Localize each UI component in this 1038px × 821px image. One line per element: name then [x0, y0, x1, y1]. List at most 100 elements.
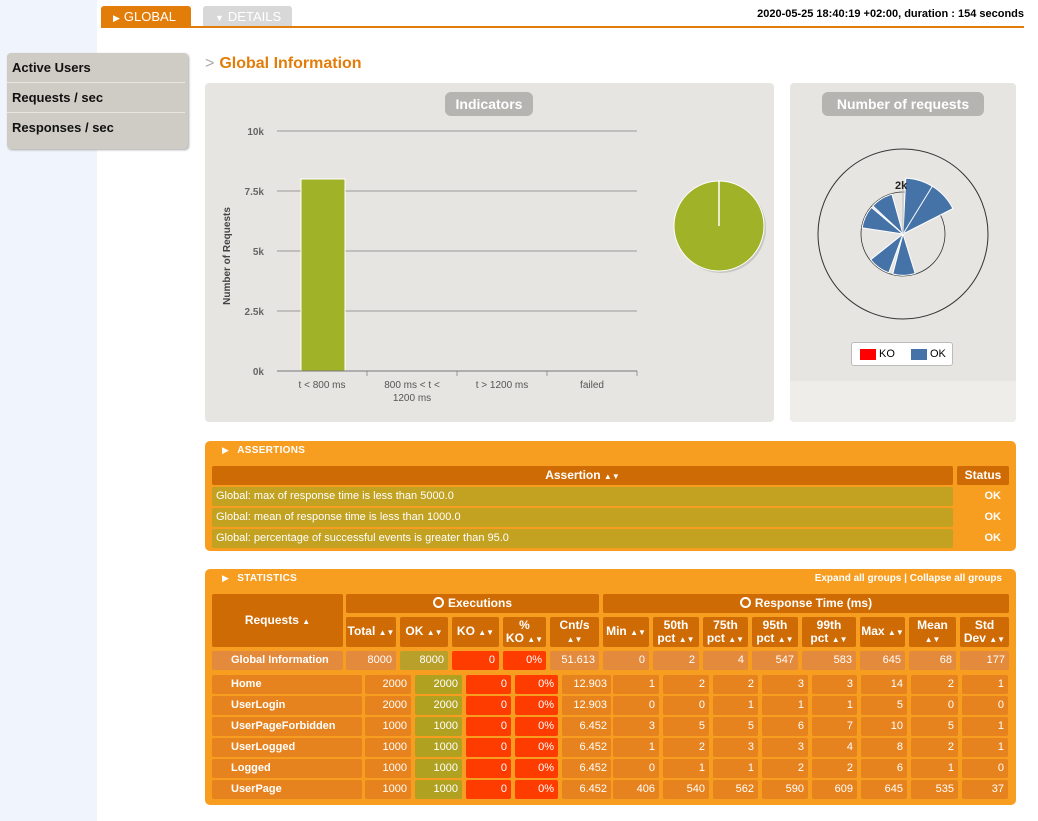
column-header-label: Cnt/s ▲▼: [559, 617, 590, 644]
cell--ko: 0%: [515, 675, 558, 694]
column-header-95th-pct[interactable]: 95th pct ▲▼: [752, 617, 798, 647]
column-header-min[interactable]: Min ▲▼: [603, 617, 649, 647]
cell-min: 0: [613, 696, 659, 715]
request-name[interactable]: Global Information: [212, 651, 343, 670]
cell-mean: 68: [909, 651, 956, 670]
cell--ko: 0%: [515, 780, 558, 799]
column-header-ko[interactable]: KO ▲▼: [452, 617, 499, 647]
executions-group-header: Executions: [346, 594, 599, 613]
column-header-ok[interactable]: OK ▲▼: [400, 617, 448, 647]
cell-95th-pct: 1: [762, 696, 808, 715]
sidebar-item-responses-sec[interactable]: Responses / sec: [7, 113, 185, 143]
cell-50th-pct: 540: [663, 780, 709, 799]
column-header-99th-pct[interactable]: 99th pct ▲▼: [802, 617, 856, 647]
column-header-mean[interactable]: Mean ▲▼: [909, 617, 956, 647]
request-name[interactable]: UserLogin: [212, 696, 362, 715]
cell-std-dev: 0: [962, 696, 1008, 715]
cell-max: 10: [861, 717, 907, 736]
section-title-text: Global Information: [219, 55, 362, 72]
cell-ok: 1000: [415, 759, 462, 778]
cell-95th-pct: 547: [752, 651, 798, 670]
column-header-label: Total ▲▼: [347, 624, 395, 638]
y-tick-label: 2.5k: [245, 307, 265, 318]
triangle-right-icon: ▶: [113, 13, 120, 23]
cell--ko: 0%: [503, 651, 546, 670]
request-name[interactable]: UserLogged: [212, 738, 362, 757]
column-header-total[interactable]: Total ▲▼: [346, 617, 396, 647]
table-row[interactable]: UserLogin 2000 2000 0 0% 12.903 0 0 1 1 1 5 0 0: [205, 696, 1016, 715]
cell-std-dev: 37: [962, 780, 1008, 799]
cell-std-dev: 1: [962, 717, 1008, 736]
tab-global[interactable]: ▶ GLOBAL: [101, 6, 191, 27]
cell-max: 8: [861, 738, 907, 757]
x-tick-label: 1200 ms: [393, 393, 431, 404]
cell-ko: 0: [466, 759, 511, 778]
status-column-header[interactable]: Status ▲▼: [957, 466, 1009, 500]
indicators-panel: Indicators 0k 2.5k 5k 7.5k 10k Number of Requ…: [205, 83, 774, 422]
tab-details[interactable]: ▼ DETAILS: [203, 6, 292, 27]
cell-cnt-s: 6.452: [562, 759, 611, 778]
request-name[interactable]: Home: [212, 675, 362, 694]
table-row[interactable]: Home 2000 2000 0 0% 12.903 1 2 2 3 3 14 2 1: [205, 675, 1016, 694]
cell-cnt-s: 51.613: [550, 651, 599, 670]
table-row[interactable]: Logged 1000 1000 0 0% 6.452 0 1 1 2 2 6 1 0: [205, 759, 1016, 778]
cell--ko: 0%: [515, 738, 558, 757]
legend-ok-label[interactable]: OK: [930, 348, 946, 360]
triangle-right-icon: ▶: [222, 573, 230, 583]
response-time-label: Response Time (ms): [754, 596, 873, 610]
cell-ok: 1000: [415, 717, 462, 736]
y-tick-label: 10k: [247, 127, 264, 138]
cell-std-dev: 1: [962, 675, 1008, 694]
cell-mean: 0: [911, 696, 958, 715]
cell-mean: 1: [911, 759, 958, 778]
column-header-label: 99th: [816, 617, 842, 632]
table-row[interactable]: UserPageForbidden 1000 1000 0 0% 6.452 3 5 5 6 7 10…: [205, 717, 1016, 736]
column-header-max[interactable]: Max ▲▼: [860, 617, 905, 647]
assertion-text: Global: percentage of successful events …: [212, 529, 953, 548]
assertion-status: OK: [957, 529, 1009, 548]
tab-underline: [101, 26, 1024, 28]
tab-details-label: DETAILS: [227, 9, 282, 24]
assertion-status: OK: [957, 508, 1009, 527]
assertion-column-label: Assertion: [545, 468, 601, 482]
collapse-all-groups-link[interactable]: Collapse all groups: [910, 573, 1002, 584]
group-links: Expand all groups | Collapse all groups: [815, 573, 1002, 584]
y-tick-label: 0k: [253, 367, 265, 378]
legend-ko-label[interactable]: KO: [879, 348, 895, 360]
statistics-box: ▶ STATISTICS Expand all groups | Collapse…: [205, 569, 1016, 805]
request-name[interactable]: UserPageForbidden: [212, 717, 362, 736]
expand-all-groups-link[interactable]: Expand all groups: [815, 573, 902, 584]
statistics-header[interactable]: ▶ STATISTICS: [222, 573, 297, 584]
cell--ko: 0%: [515, 759, 558, 778]
sidebar-item-requests-sec[interactable]: Requests / sec: [7, 83, 185, 113]
assertion-text: Global: max of response time is less tha…: [212, 487, 953, 506]
sort-icon: ▲▼: [603, 472, 620, 481]
executions-label: Executions: [447, 596, 513, 610]
sidebar-item-active-users[interactable]: Active Users: [7, 53, 185, 83]
assertion-column-header[interactable]: Assertion ▲▼: [212, 466, 953, 485]
chevron-right-icon: >: [205, 55, 215, 72]
requests-column-header[interactable]: Requests ▲: [212, 594, 343, 647]
assertion-text: Global: mean of response time is less th…: [212, 508, 953, 527]
cell-min: 3: [613, 717, 659, 736]
triangle-right-icon: ▶: [222, 445, 230, 455]
column-header-label: pct ▲▼: [706, 630, 745, 645]
sort-icon: ▲▼: [728, 634, 745, 644]
cell-75th-pct: 562: [713, 780, 758, 799]
cell-min: 1: [613, 738, 659, 757]
sort-icon: ▲▼: [378, 628, 395, 637]
column-header--ko[interactable]: % KO ▲▼: [503, 617, 546, 647]
assertions-header[interactable]: ▶ ASSERTIONS: [222, 445, 305, 456]
request-name[interactable]: UserPage: [212, 780, 362, 799]
cell-ok: 8000: [400, 651, 448, 670]
table-row[interactable]: UserLogged 1000 1000 0 0% 6.452 1 2 3 3 4 8 2 1: [205, 738, 1016, 757]
column-header-std-dev[interactable]: Std Dev ▲▼: [960, 617, 1009, 647]
global-information-row[interactable]: Global Information 8000 8000 0 0% 51.613 0 2 4 54…: [205, 651, 1016, 670]
cell-75th-pct: 1: [713, 759, 758, 778]
column-header-50th-pct[interactable]: 50th pct ▲▼: [653, 617, 699, 647]
request-name[interactable]: Logged: [212, 759, 362, 778]
cell-total: 1000: [365, 717, 411, 736]
table-row[interactable]: UserPage 1000 1000 0 0% 6.452 406 540 562 590 609 6…: [205, 780, 1016, 799]
column-header-75th-pct[interactable]: 75th pct ▲▼: [703, 617, 748, 647]
column-header-cnt-s[interactable]: Cnt/s ▲▼: [550, 617, 599, 647]
